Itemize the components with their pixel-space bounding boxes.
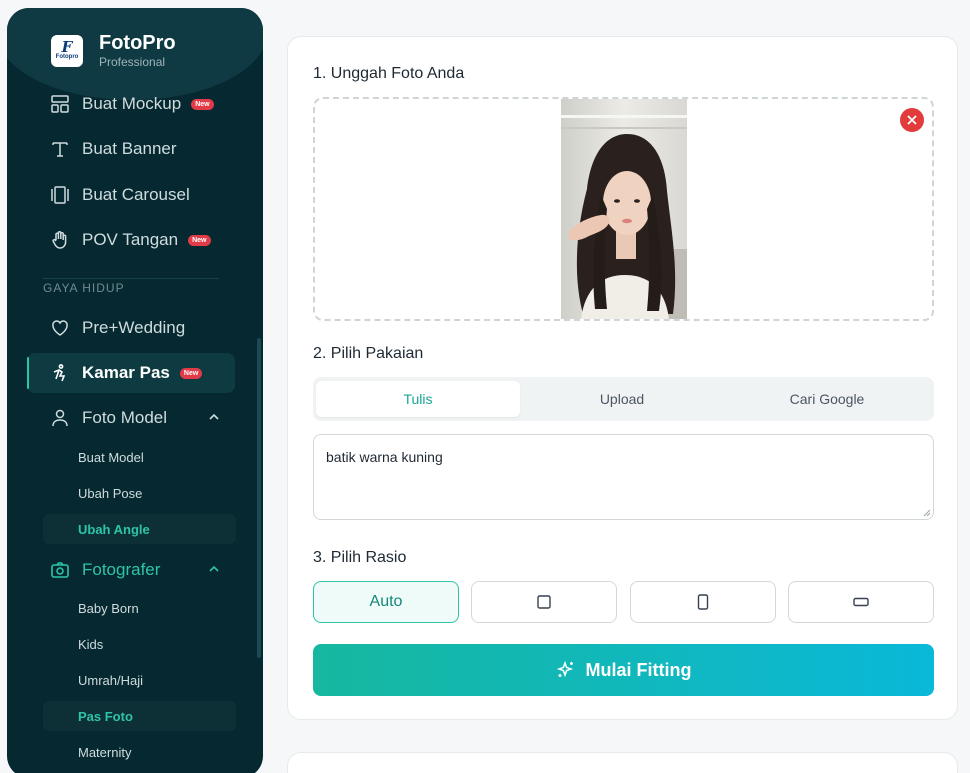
tab-tulis[interactable]: Tulis [316,381,520,417]
square-ratio-icon [537,595,551,609]
sidebar: F Fotopro FotoPro Professional Buat Mock… [7,8,263,773]
ratio-auto-button[interactable]: Auto [313,581,459,623]
user-icon [49,407,71,429]
carousel-icon [49,184,71,206]
tab-cari-google[interactable]: Cari Google [725,381,929,417]
sidebar-item-kamar-pas[interactable]: Kamar Pas New [27,353,235,393]
sidebar-item-label: Buat Carousel [82,185,190,204]
sub-item-ubah-pose[interactable]: Ubah Pose [43,478,236,508]
step2-title: 2. Pilih Pakaian [313,345,424,362]
layout-icon [49,93,71,115]
brand-subtitle: Professional [99,55,166,69]
sidebar-item-fotografer[interactable]: Fotografer [27,550,235,590]
clothing-source-tabs: Tulis Upload Cari Google [313,377,934,421]
fitting-icon [49,362,71,384]
start-fitting-button[interactable]: Mulai Fitting [313,644,934,696]
remove-photo-button[interactable] [900,108,924,132]
section-label-gaya-hidup: GAYA HIDUP [43,281,125,295]
sparkles-icon [556,660,573,678]
upload-dropzone[interactable] [313,97,934,321]
tab-upload[interactable]: Upload [520,381,724,417]
sub-item-umrah-haji[interactable]: Umrah/Haji [43,665,236,695]
fotopro-logo: F Fotopro [51,35,83,67]
sub-item-pas-foto[interactable]: Pas Foto [43,701,236,731]
sidebar-item-buat-banner[interactable]: Buat Banner [27,129,235,169]
sidebar-item-label: Pre+Wedding [82,318,186,337]
sidebar-item-buat-carousel[interactable]: Buat Carousel [27,175,235,215]
hand-icon [49,229,71,251]
heart-icon [49,317,71,339]
sidebar-divider [43,278,219,279]
chevron-up-icon [209,565,219,572]
camera-icon [49,559,71,581]
sub-item-buat-model[interactable]: Buat Model [43,442,236,472]
new-badge: New [191,98,214,110]
clothing-prompt-input[interactable]: batik warna kuning [313,434,934,520]
secondary-card [287,752,958,773]
sidebar-item-label: Kamar Pas [82,363,170,382]
sidebar-item-label: Buat Banner [82,139,177,158]
chevron-up-icon [209,413,219,420]
step3-title: 3. Pilih Rasio [313,549,407,566]
sidebar-item-label: POV Tangan [82,230,179,249]
sidebar-item-pre-wedding[interactable]: Pre+Wedding [27,308,235,348]
text-icon [49,138,71,160]
clothing-prompt-value: batik warna kuning [326,449,443,465]
new-badge: New [188,234,211,246]
sidebar-item-foto-model[interactable]: Foto Model [27,398,235,438]
sub-item-baby-born[interactable]: Baby Born [43,593,236,623]
sidebar-item-pov-tangan[interactable]: POV Tangan New [27,220,235,260]
step1-title: 1. Unggah Foto Anda [313,65,465,82]
sidebar-item-label: Buat Mockup [82,94,182,113]
uploaded-photo [561,99,687,319]
sidebar-item-label: Foto Model [82,408,168,427]
ratio-landscape-button[interactable] [788,581,934,623]
ratio-square-button[interactable] [471,581,617,623]
new-badge: New [179,367,203,379]
ratio-portrait-button[interactable] [630,581,776,623]
sidebar-item-label: Fotografer [82,560,161,579]
fitting-card: 1. Unggah Foto Anda 2. Pilih Pakaian Tul… [287,36,958,720]
brand[interactable]: F Fotopro FotoPro Professional [51,32,176,70]
sub-item-maternity[interactable]: Maternity [43,737,236,767]
sidebar-item-buat-mockup[interactable]: Buat Mockup New [27,84,235,124]
portrait-ratio-icon [697,594,709,610]
brand-name: FotoPro [99,32,176,54]
sidebar-scrollbar[interactable] [257,338,261,658]
sub-item-kids[interactable]: Kids [43,629,236,659]
landscape-ratio-icon [853,597,869,607]
sub-item-ubah-angle[interactable]: Ubah Angle [43,514,236,544]
resize-grip-icon[interactable] [923,509,931,517]
close-icon [907,115,917,125]
